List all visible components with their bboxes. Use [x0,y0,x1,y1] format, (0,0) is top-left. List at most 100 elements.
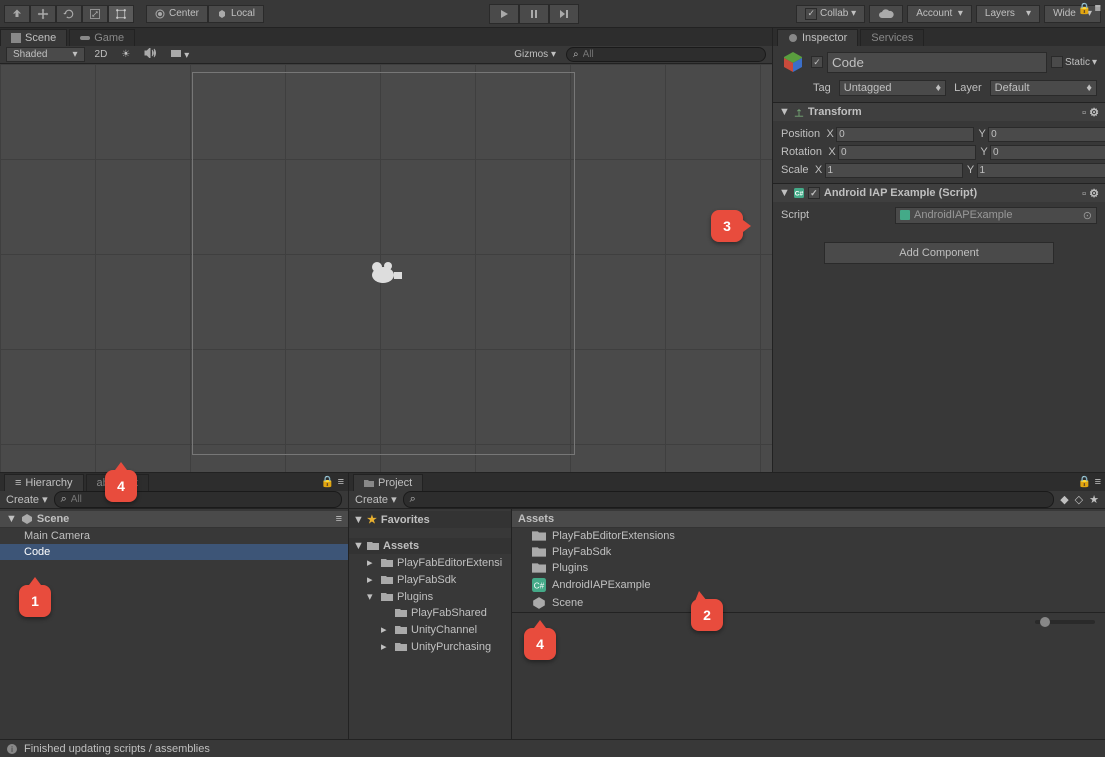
assets-breadcrumb[interactable]: Assets [512,511,1105,528]
gameobject-name-input[interactable] [827,52,1047,73]
script-component: ▼ C# Android IAP Example (Script) ▫ ⚙ Sc… [773,183,1105,228]
hand-tool[interactable] [4,5,30,23]
move-tool[interactable] [30,5,56,23]
gameobject-active-checkbox[interactable] [811,56,823,68]
audio-toggle[interactable] [140,47,160,62]
favorites-header[interactable]: ▼★Favorites [349,511,511,528]
tag-dropdown[interactable]: Untagged♦ [839,80,946,96]
component-help-icon[interactable]: ▫ ⚙ [1082,187,1099,200]
shading-dropdown[interactable]: Shaded ▾ [6,47,85,62]
info-icon: i [6,743,18,755]
rotate-tool[interactable] [56,5,82,23]
scale-y[interactable] [977,163,1105,178]
static-checkbox[interactable]: Static▾ [1051,56,1097,68]
transform-header[interactable]: ▼ Transform ▫ ⚙ [773,103,1105,121]
annotation-bubble-4b: 4 [524,628,556,660]
hierarchy-item-main-camera[interactable]: Main Camera [0,528,348,544]
asset-size-slider[interactable] [1035,620,1095,624]
layer-dropdown[interactable]: Default♦ [990,80,1097,96]
tab-services[interactable]: Services [860,29,924,46]
annotation-bubble-1: 1 [19,585,51,617]
play-button[interactable] [489,4,519,24]
scale-x[interactable] [825,163,963,178]
script-enabled-checkbox[interactable] [808,187,820,199]
fx-toggle[interactable]: ▾ [166,47,193,62]
svg-text:i: i [11,745,13,754]
scene-toolbar: Shaded ▾ 2D ☀ ▾ Gizmos ▾ ⌕ [0,46,772,64]
scene-header[interactable]: ▼ Scene ≡ [0,511,348,528]
position-y[interactable] [988,127,1105,142]
tab-game[interactable]: Game [69,29,135,46]
inspector-lock-icon[interactable]: 🔒 ≡ [1078,2,1101,15]
scene-search[interactable]: ⌕ [566,47,766,62]
scale-tool[interactable] [82,5,108,23]
game-icon [80,33,90,43]
project-tree-item[interactable]: ▸UnityPurchasing [349,638,511,655]
foldout-arrow-icon: ▼ [6,513,17,525]
rotation-x[interactable] [838,145,976,160]
rotation-y[interactable] [990,145,1105,160]
asset-size-slider-area [512,612,1105,630]
transform-tools [4,5,134,23]
project-asset-item[interactable]: C#AndroidIAPExample [512,576,1105,594]
foldout-arrow-icon: ▼ [779,187,790,199]
mode-2d-toggle[interactable]: 2D [91,48,112,61]
tab-scene[interactable]: Scene [0,29,67,46]
step-button[interactable] [549,4,579,24]
project-asset-item[interactable]: Scene [512,594,1105,612]
project-tree-item[interactable]: ▸UnityChannel [349,621,511,638]
lighting-toggle[interactable]: ☀ [117,48,134,61]
unity-scene-icon [21,513,33,525]
tab-inspector[interactable]: Inspector [777,29,858,46]
project-tree-item[interactable]: PlayFabShared [349,605,511,621]
transform-icon [794,107,804,117]
collab-dropdown[interactable]: Collab ▾ [796,5,865,23]
position-x[interactable] [836,127,974,142]
pivot-center-button[interactable]: Center [146,5,208,23]
save-filter-icon[interactable]: ★ [1089,493,1099,506]
tab-hierarchy[interactable]: ≡Hierarchy [4,474,84,491]
project-tree-item[interactable]: ▾Plugins [349,588,511,605]
project-asset-item[interactable]: PlayFabSdk [512,544,1105,560]
pause-button[interactable] [519,4,549,24]
tab-project[interactable]: Project [353,474,423,491]
filter-icon[interactable]: ◆ [1060,493,1068,506]
script-header[interactable]: ▼ C# Android IAP Example (Script) ▫ ⚙ [773,184,1105,202]
layers-dropdown[interactable]: Layers ▾ [976,5,1040,23]
script-label: Script [781,209,891,221]
tag-label: Tag [813,82,831,94]
filter-icon[interactable]: ◇ [1075,493,1083,506]
script-object-field[interactable]: AndroidIAPExample ⊙ [895,207,1097,224]
project-asset-item[interactable]: PlayFabEditorExtensions [512,528,1105,544]
main-toolbar: Center Local Collab ▾ Account ▾ Layers ▾… [0,0,1105,28]
cloud-button[interactable] [869,5,903,23]
add-component-button[interactable]: Add Component [824,242,1054,264]
account-dropdown[interactable]: Account ▾ [907,5,972,23]
hierarchy-search[interactable]: ⌕ [54,491,342,508]
scene-search-input[interactable] [583,49,759,60]
hierarchy-item-code[interactable]: Code [0,544,348,560]
project-create-dropdown[interactable]: Create ▾ [355,493,397,506]
folder-icon [364,478,374,488]
pivot-group: Center Local [146,5,264,23]
rect-tool[interactable] [108,5,134,23]
pivot-local-button[interactable]: Local [208,5,264,23]
panel-lock-icon[interactable]: 🔒 ≡ [321,475,344,488]
status-text: Finished updating scripts / assemblies [24,743,210,755]
panel-lock-icon[interactable]: 🔒 ≡ [1078,475,1101,488]
project-asset-item[interactable]: Plugins [512,560,1105,576]
hierarchy-create-dropdown[interactable]: Create ▾ [6,493,48,506]
gameobject-cube-icon [781,50,805,74]
assets-header[interactable]: ▼Assets [349,538,511,554]
script-file-icon [900,210,910,220]
camera-gizmo-icon[interactable] [369,259,405,287]
project-search-input[interactable] [420,494,1047,505]
scene-menu-icon[interactable]: ≡ [336,513,342,525]
project-search[interactable]: ⌕ [403,491,1055,508]
component-help-icon[interactable]: ▫ ⚙ [1082,106,1099,119]
project-tree-item[interactable]: ▸PlayFabSdk [349,571,511,588]
gizmos-dropdown[interactable]: Gizmos ▾ [510,48,560,61]
project-tree-item[interactable]: ▸PlayFabEditorExtensi [349,554,511,571]
scene-viewport[interactable] [0,64,772,472]
position-label: Position [781,128,820,140]
